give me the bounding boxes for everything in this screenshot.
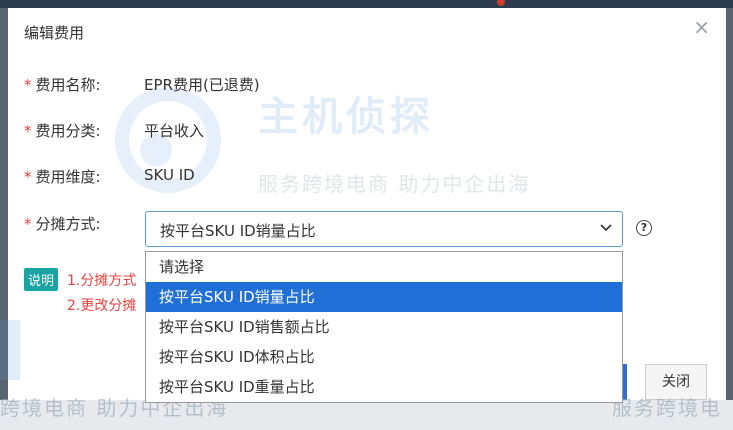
watermark-logo	[108, 80, 258, 204]
background-top-bar	[0, 0, 733, 8]
background-bottom-strip	[0, 400, 733, 430]
required-mark: *	[24, 76, 32, 94]
note-tag: 说明	[24, 268, 59, 291]
fee-category-value: 平台收入	[144, 122, 205, 140]
watermark-brand: 主机侦探	[258, 94, 434, 140]
fee-dimension-label: * 费用维度:	[24, 168, 101, 186]
close-icon[interactable]: ×	[693, 16, 710, 38]
dialog-title: 编辑费用	[24, 24, 85, 42]
note-line-2: 2.更改分摊	[67, 298, 137, 314]
close-button[interactable]: 关闭	[645, 364, 707, 400]
fee-name-label: * 费用名称:	[24, 76, 101, 94]
required-mark: *	[24, 215, 32, 233]
dropdown-option[interactable]: 按平台SKU ID重量占比	[146, 372, 622, 402]
background-right-strip	[726, 8, 733, 430]
allocation-method-label: * 分摊方式:	[24, 215, 101, 233]
help-icon[interactable]: ?	[636, 220, 652, 236]
required-mark: *	[24, 168, 32, 186]
dropdown-option-selected[interactable]: 按平台SKU ID销量占比	[146, 282, 622, 312]
chevron-down-icon	[600, 224, 612, 232]
allocation-method-selected: 按平台SKU ID销量占比	[160, 222, 316, 240]
watermark-slogan: 服务跨境电商 助力中企出海	[258, 172, 531, 196]
required-mark: *	[24, 122, 32, 140]
allocation-method-dropdown: 请选择 按平台SKU ID销量占比 按平台SKU ID销售额占比 按平台SKU …	[145, 251, 623, 403]
fee-category-label: * 费用分类:	[24, 122, 101, 140]
dropdown-option[interactable]: 按平台SKU ID销售额占比	[146, 312, 622, 342]
fee-name-value: EPR费用(已退费)	[144, 76, 260, 94]
allocation-method-select[interactable]: 按平台SKU ID销量占比	[145, 211, 623, 247]
fee-dimension-value: SKU ID	[144, 166, 195, 184]
dropdown-option[interactable]: 按平台SKU ID体积占比	[146, 342, 622, 372]
background-left-strip	[0, 8, 8, 430]
dropdown-option[interactable]: 请选择	[146, 252, 622, 282]
note-line-1: 1.分摊方式	[67, 273, 137, 289]
